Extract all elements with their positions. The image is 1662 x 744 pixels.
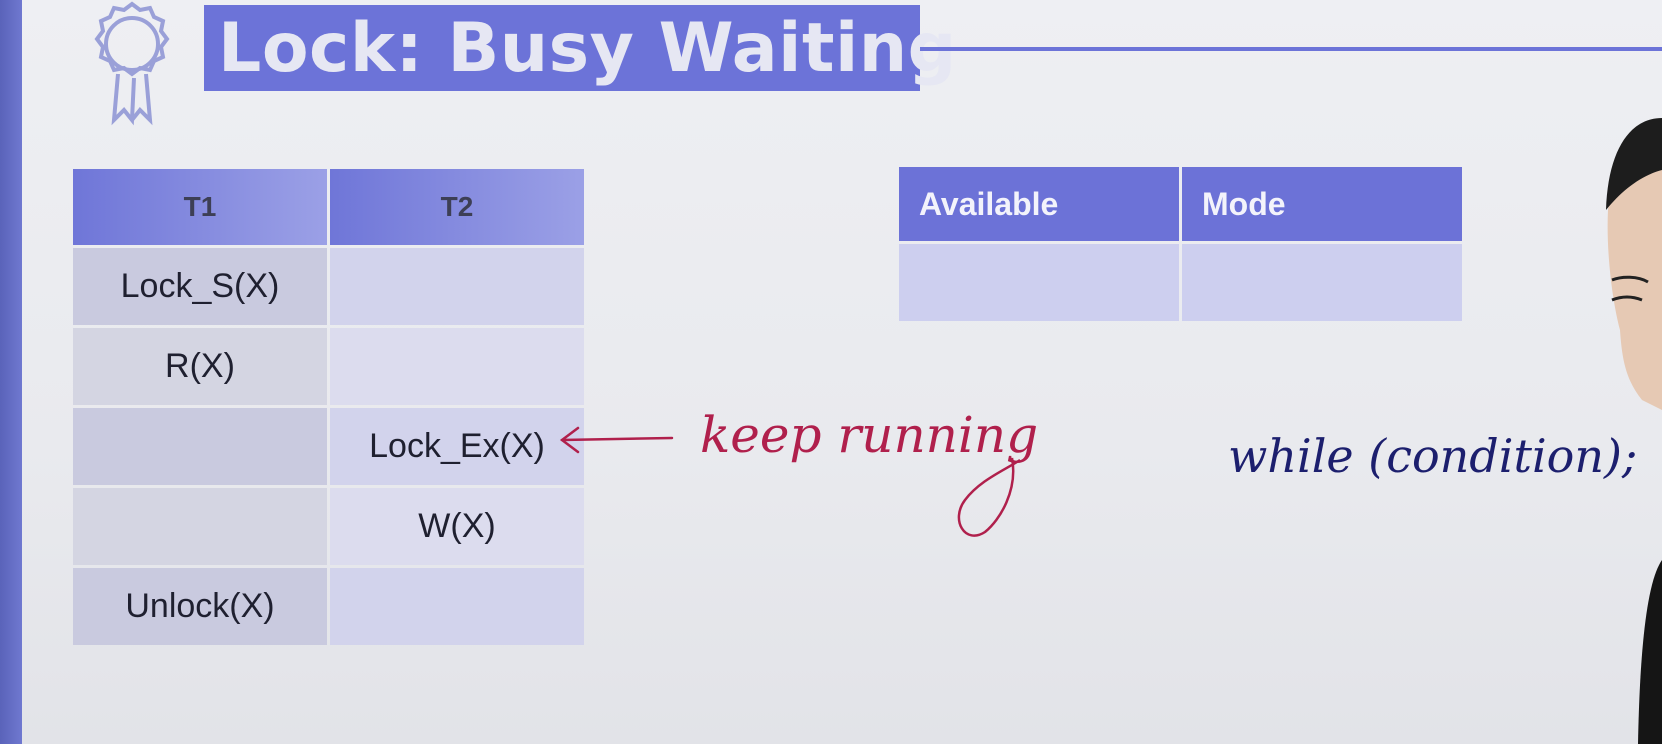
- annotation-while-condition: while (condition);: [1228, 429, 1637, 483]
- handwritten-layer: keep running while (condition);: [559, 406, 1637, 537]
- annotation-keep-running: keep running: [700, 406, 1038, 464]
- arrow-left-icon: [559, 426, 674, 454]
- annotation-loop-stroke: [957, 457, 1021, 537]
- presenter-silhouette: [1606, 118, 1662, 744]
